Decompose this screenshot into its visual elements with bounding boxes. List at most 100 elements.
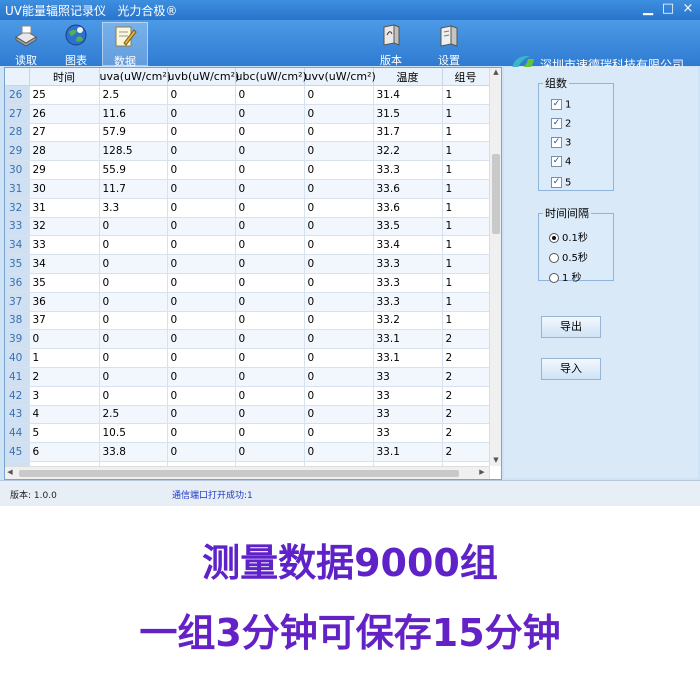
uvv-cell[interactable]: 0 [304, 235, 374, 256]
uvb-cell[interactable]: 0 [167, 198, 236, 218]
row-number[interactable]: 43 [5, 405, 30, 425]
uvb-cell[interactable]: 0 [167, 254, 236, 274]
uva-cell[interactable]: 3.3 [99, 198, 168, 218]
uva-cell[interactable]: 2.5 [99, 405, 168, 425]
time-cell[interactable]: 37 [29, 311, 100, 331]
scroll-down-icon[interactable]: ▼ [490, 456, 501, 466]
uvb-cell[interactable]: 0 [167, 405, 236, 425]
uva-cell[interactable]: 10.5 [99, 423, 168, 444]
version-button[interactable]: 版本 [369, 22, 413, 67]
ubc-cell[interactable]: 0 [235, 329, 305, 350]
uvv-cell[interactable]: 0 [304, 254, 374, 274]
uvv-cell[interactable]: 0 [304, 141, 374, 162]
ubc-cell[interactable]: 0 [235, 273, 305, 293]
uvv-cell[interactable]: 0 [304, 348, 374, 368]
temperature-cell[interactable]: 33.3 [373, 160, 443, 180]
group-cell[interactable]: 2 [442, 348, 490, 368]
time-cell[interactable]: 27 [29, 123, 100, 143]
uvb-cell[interactable]: 0 [167, 179, 236, 199]
uvb-cell[interactable]: 0 [167, 292, 236, 312]
uvb-cell[interactable]: 0 [167, 311, 236, 331]
col-header-uvb[interactable]: uvb(uW/cm²) [167, 68, 239, 86]
temperature-cell[interactable]: 33.4 [373, 235, 443, 256]
data-grid[interactable]: 时间 uva(uW/cm²) uvb(uW/cm²) ubc(uW/cm²) u… [4, 67, 502, 480]
ubc-cell[interactable]: 0 [235, 217, 305, 237]
row-number[interactable]: 38 [5, 311, 30, 331]
table-row[interactable]: 37 36 0 0 0 0 33.3 1 [5, 292, 490, 312]
table-row[interactable]: 36 35 0 0 0 0 33.3 1 [5, 273, 490, 293]
table-row[interactable]: 28 27 57.9 0 0 0 31.7 1 [5, 123, 490, 143]
temperature-cell[interactable]: 31.5 [373, 104, 443, 124]
scroll-up-icon[interactable]: ▲ [490, 68, 501, 78]
uva-cell[interactable]: 33.8 [99, 442, 168, 462]
ubc-cell[interactable]: 0 [235, 160, 305, 180]
ubc-cell[interactable]: 0 [235, 423, 305, 444]
row-number[interactable]: 44 [5, 423, 30, 444]
table-row[interactable]: 30 29 55.9 0 0 0 33.3 1 [5, 160, 490, 180]
data-button[interactable]: 数据 [102, 22, 148, 68]
row-number[interactable]: 34 [5, 235, 30, 256]
uva-cell[interactable]: 0 [99, 386, 168, 406]
export-button[interactable]: 导出 [541, 316, 601, 338]
time-cell[interactable]: 33 [29, 235, 100, 256]
group-cell[interactable]: 1 [442, 235, 490, 256]
uvv-cell[interactable]: 0 [304, 423, 374, 444]
table-row[interactable]: 32 31 3.3 0 0 0 33.6 1 [5, 198, 490, 218]
time-cell[interactable]: 28 [29, 141, 100, 162]
interval-radio-0-1s[interactable]: 0.1秒 [549, 229, 588, 244]
settings-button[interactable]: 设置 [427, 22, 471, 67]
group-cell[interactable]: 1 [442, 311, 490, 331]
ubc-cell[interactable]: 0 [235, 123, 305, 143]
table-row[interactable]: 39 0 0 0 0 0 33.1 2 [5, 329, 490, 350]
ubc-cell[interactable]: 0 [235, 386, 305, 406]
row-number[interactable]: 27 [5, 104, 30, 124]
uvb-cell[interactable]: 0 [167, 423, 236, 444]
temperature-cell[interactable]: 33.1 [373, 442, 443, 462]
row-number[interactable]: 35 [5, 254, 30, 274]
col-header-group[interactable]: 组号 [442, 68, 490, 86]
uva-cell[interactable]: 11.6 [99, 104, 168, 124]
uvv-cell[interactable]: 0 [304, 179, 374, 199]
time-cell[interactable]: 6 [29, 442, 100, 462]
ubc-cell[interactable]: 0 [235, 311, 305, 331]
uva-cell[interactable]: 57.9 [99, 123, 168, 143]
time-cell[interactable]: 32 [29, 217, 100, 237]
ubc-cell[interactable]: 0 [235, 367, 305, 387]
uva-cell[interactable]: 0 [99, 254, 168, 274]
scroll-right-icon[interactable]: ▶ [477, 468, 487, 476]
table-row[interactable]: 34 33 0 0 0 0 33.4 1 [5, 235, 490, 256]
temperature-cell[interactable]: 31.4 [373, 85, 443, 105]
group-cell[interactable]: 2 [442, 386, 490, 406]
uva-cell[interactable]: 0 [99, 292, 168, 312]
time-cell[interactable]: 4 [29, 405, 100, 425]
uva-cell[interactable]: 0 [99, 217, 168, 237]
table-row[interactable]: 42 3 0 0 0 0 33 2 [5, 386, 490, 406]
uvv-cell[interactable]: 0 [304, 104, 374, 124]
uvv-cell[interactable]: 0 [304, 442, 374, 462]
table-row[interactable]: 35 34 0 0 0 0 33.3 1 [5, 254, 490, 274]
group-cell[interactable]: 1 [442, 198, 490, 218]
row-number[interactable]: 41 [5, 367, 30, 387]
time-cell[interactable]: 29 [29, 160, 100, 180]
uva-cell[interactable]: 11.7 [99, 179, 168, 199]
ubc-cell[interactable]: 0 [235, 198, 305, 218]
uvb-cell[interactable]: 0 [167, 329, 236, 350]
time-cell[interactable]: 36 [29, 292, 100, 312]
uva-cell[interactable]: 2.5 [99, 85, 168, 105]
time-cell[interactable]: 3 [29, 386, 100, 406]
uvv-cell[interactable]: 0 [304, 292, 374, 312]
temperature-cell[interactable]: 33 [373, 405, 443, 425]
group-cell[interactable]: 2 [442, 329, 490, 350]
row-number[interactable]: 39 [5, 329, 30, 350]
ubc-cell[interactable]: 0 [235, 292, 305, 312]
row-number[interactable]: 29 [5, 141, 30, 162]
temperature-cell[interactable]: 33 [373, 386, 443, 406]
ubc-cell[interactable]: 0 [235, 104, 305, 124]
ubc-cell[interactable]: 0 [235, 141, 305, 162]
group-cell[interactable]: 1 [442, 85, 490, 105]
col-header-uva[interactable]: uva(uW/cm²) [99, 68, 171, 86]
time-cell[interactable]: 25 [29, 85, 100, 105]
uvb-cell[interactable]: 0 [167, 348, 236, 368]
uvb-cell[interactable]: 0 [167, 160, 236, 180]
import-button[interactable]: 导入 [541, 358, 601, 380]
